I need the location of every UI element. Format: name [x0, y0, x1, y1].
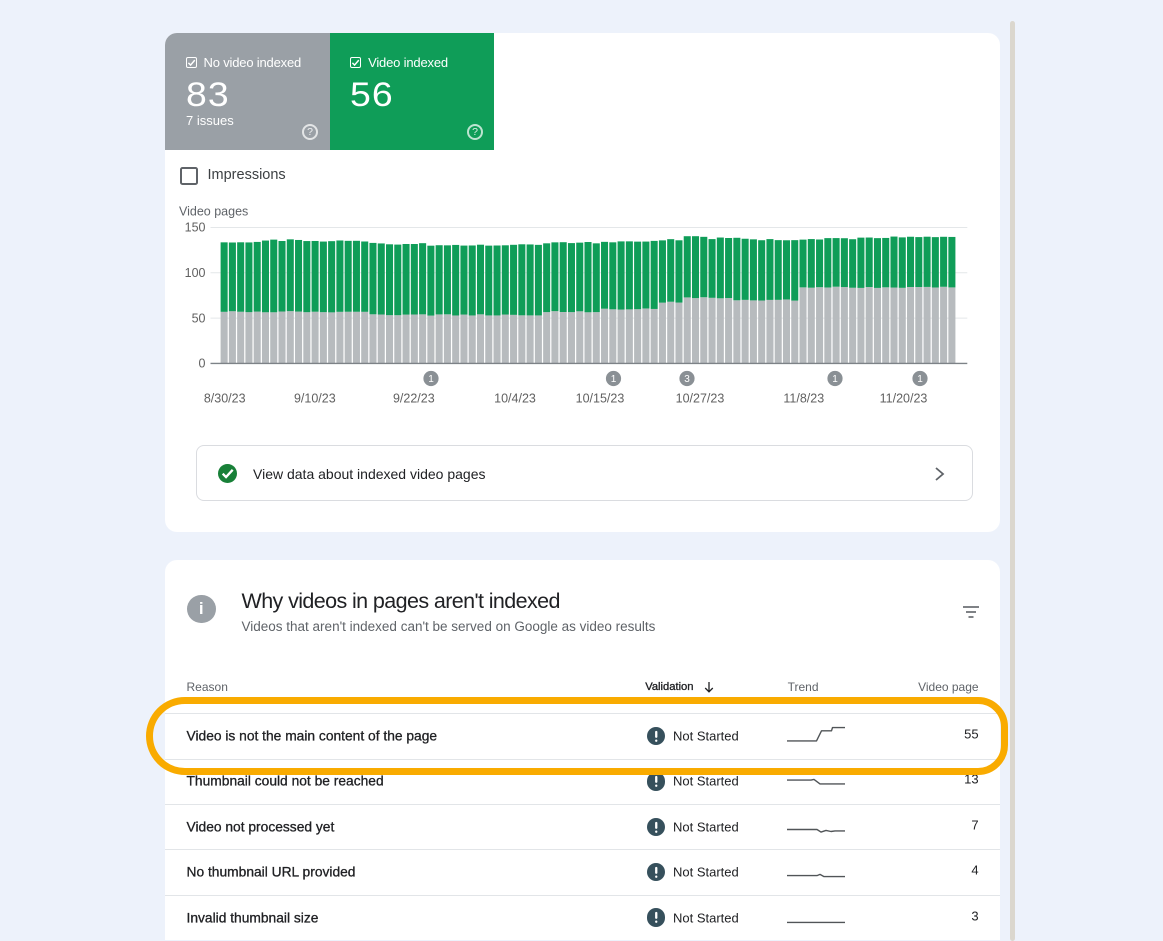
svg-text:10/15/23: 10/15/23 [576, 391, 625, 405]
svg-text:1: 1 [611, 374, 617, 385]
svg-text:10/4/23: 10/4/23 [494, 391, 536, 405]
svg-text:150: 150 [185, 221, 206, 235]
svg-text:11/20/23: 11/20/23 [880, 391, 928, 405]
svg-text:9/22/23: 9/22/23 [393, 391, 435, 405]
svg-text:1: 1 [832, 374, 838, 385]
svg-text:100: 100 [185, 266, 206, 280]
svg-text:0: 0 [199, 357, 206, 371]
svg-text:11/8/23: 11/8/23 [783, 391, 824, 405]
svg-text:1: 1 [917, 374, 923, 385]
svg-text:Video pages: Video pages [179, 204, 248, 218]
svg-text:10/27/23: 10/27/23 [676, 391, 725, 405]
svg-text:8/30/23: 8/30/23 [204, 391, 246, 405]
svg-text:3: 3 [684, 374, 690, 385]
svg-text:9/10/23: 9/10/23 [294, 391, 336, 405]
svg-text:1: 1 [428, 374, 434, 385]
svg-text:50: 50 [192, 311, 206, 325]
